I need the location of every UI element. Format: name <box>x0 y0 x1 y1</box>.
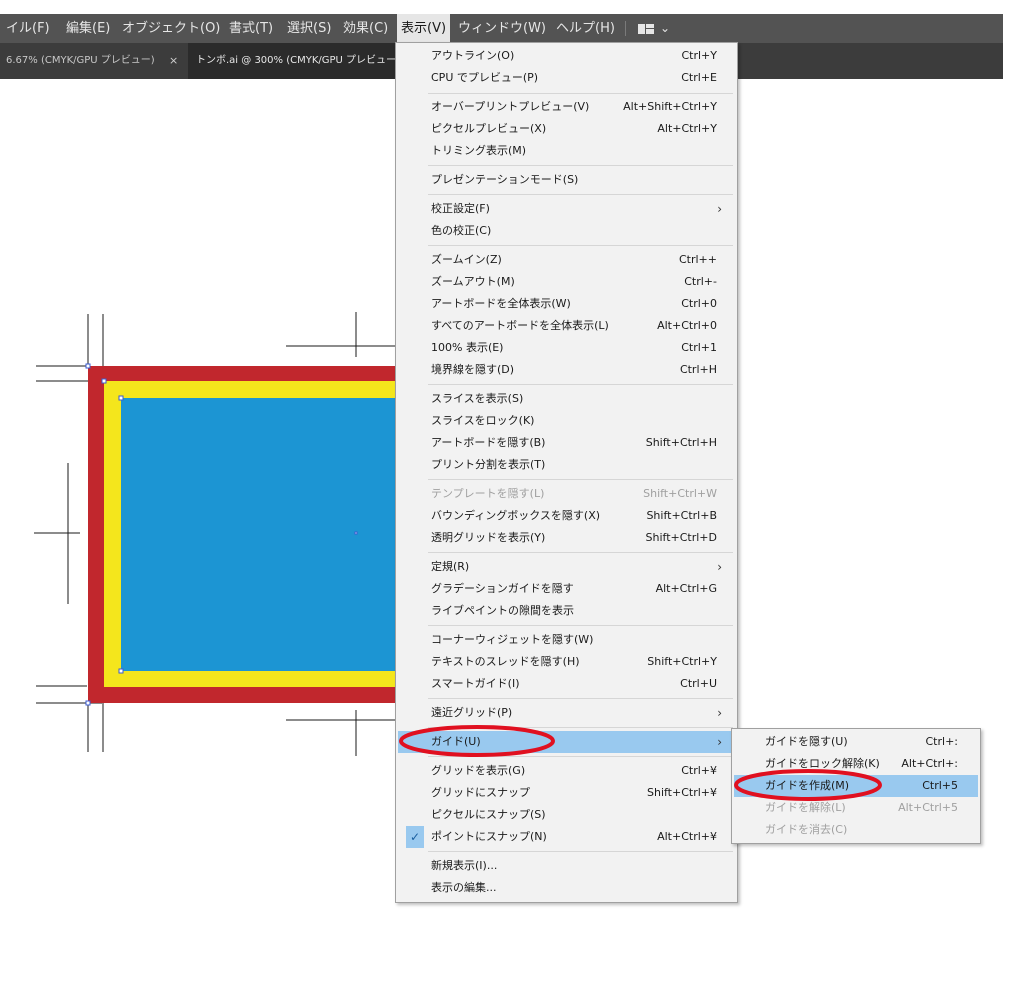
menu-item-show-live-paint-gaps[interactable]: ライブペイントの隙間を表示 <box>398 600 735 622</box>
menu-item-trim-view[interactable]: トリミング表示(M) <box>398 140 735 162</box>
menu-item-guides[interactable]: ガイド(U) › <box>398 731 735 753</box>
menu-divider <box>428 93 733 94</box>
submenu-item-clear-guides: ガイドを消去(C) <box>765 823 848 836</box>
view-menu: アウトライン(O) Ctrl+Y CPU でプレビュー(P) Ctrl+E オーバー… <box>395 42 738 903</box>
menu-item-edit-views[interactable]: 表示の編集... <box>398 877 735 899</box>
menu-divider <box>625 21 626 36</box>
menu-item-show-print-tiling[interactable]: プリント分割を表示(T) <box>398 454 735 476</box>
menu-divider <box>428 245 733 246</box>
tab-document-2[interactable]: トンボ.ai @ 300% (CMYK/GPU プレビュー) <box>188 43 404 79</box>
menu-item-show-slices[interactable]: スライスを表示(S) <box>398 388 735 410</box>
menu-item-pixel-preview[interactable]: ピクセルプレビュー(X) Alt+Ctrl+Y <box>398 118 735 140</box>
menu-divider <box>428 727 733 728</box>
menu-item-hide-text-threads[interactable]: テキストのスレッドを隠す(H) Shift+Ctrl+Y <box>398 651 735 673</box>
submenu-item-make-guides[interactable]: ガイドを作成(M) Ctrl+5 <box>734 775 978 797</box>
menu-item-fit-all[interactable]: すべてのアートボードを全体表示(L) Alt+Ctrl+0 <box>398 315 735 337</box>
menu-item-cpu-preview[interactable]: CPU でプレビュー(P) Ctrl+E <box>398 67 735 89</box>
menu-window[interactable]: ウィンドウ(W) <box>458 14 546 43</box>
menu-item-proof-setup[interactable]: 校正設定(F) › <box>398 198 735 220</box>
menu-item-zoom-in[interactable]: ズームイン(Z) Ctrl++ <box>398 249 735 271</box>
menu-item-rulers[interactable]: 定規(R) › <box>398 556 735 578</box>
menu-item-proof-colors[interactable]: 色の校正(C) <box>398 220 735 242</box>
menu-divider <box>428 756 733 757</box>
chevron-down-icon[interactable]: ⌄ <box>660 14 670 43</box>
menu-item-snap-to-grid[interactable]: グリッドにスナップ Shift+Ctrl+¥ <box>398 782 735 804</box>
chevron-right-icon: › <box>717 706 722 720</box>
menu-divider <box>428 384 733 385</box>
menu-divider <box>428 625 733 626</box>
menu-item-lock-slices[interactable]: スライスをロック(K) <box>398 410 735 432</box>
menu-select[interactable]: 選択(S) <box>287 14 331 43</box>
menu-divider <box>428 165 733 166</box>
menu-item-presentation-mode[interactable]: プレゼンテーションモード(S) <box>398 169 735 191</box>
menu-type[interactable]: 書式(T) <box>229 14 273 43</box>
menu-divider <box>428 698 733 699</box>
menu-item-zoom-out[interactable]: ズームアウト(M) Ctrl+- <box>398 271 735 293</box>
menu-item-hide-corner-widget[interactable]: コーナーウィジェットを隠す(W) <box>398 629 735 651</box>
menu-item-fit-artboard[interactable]: アートボードを全体表示(W) Ctrl+0 <box>398 293 735 315</box>
menu-view[interactable]: 表示(V) <box>397 14 451 43</box>
menu-item-perspective-grid[interactable]: 遠近グリッド(P) › <box>398 702 735 724</box>
menu-item-overprint-preview[interactable]: オーバープリントプレビュー(V) Alt+Shift+Ctrl+Y <box>398 96 735 118</box>
workspace-layout-icon[interactable] <box>638 24 654 34</box>
menu-item-hide-gradient-annotator[interactable]: グラデーションガイドを隠す Alt+Ctrl+G <box>398 578 735 600</box>
menu-item-hide-edges[interactable]: 境界線を隠す(D) Ctrl+H <box>398 359 735 381</box>
submenu-item-unlock-guides[interactable]: ガイドをロック解除(K) Alt+Ctrl+: <box>734 753 978 775</box>
menu-divider <box>428 194 733 195</box>
menu-item-show-grid[interactable]: グリッドを表示(G) Ctrl+¥ <box>398 760 735 782</box>
chevron-right-icon: › <box>717 202 722 216</box>
menu-item-hide-template: テンプレートを隠す(L) Shift+Ctrl+W <box>431 487 717 500</box>
menu-item-actual-size[interactable]: 100% 表示(E) Ctrl+1 <box>398 337 735 359</box>
menu-divider <box>428 552 733 553</box>
chevron-right-icon: › <box>717 560 722 574</box>
menu-file[interactable]: イル(F) <box>6 14 50 43</box>
menu-object[interactable]: オブジェクト(O) <box>122 14 220 43</box>
menu-item-outline[interactable]: アウトライン(O) Ctrl+Y <box>398 45 735 67</box>
submenu-item-hide-guides[interactable]: ガイドを隠す(U) Ctrl+: <box>734 731 978 753</box>
close-icon[interactable]: × <box>169 43 178 79</box>
menu-item-show-transparency-grid[interactable]: 透明グリッドを表示(Y) Shift+Ctrl+D <box>398 527 735 549</box>
menu-item-snap-to-point[interactable]: ✓ ポイントにスナップ(N) Alt+Ctrl+¥ <box>398 826 735 848</box>
menu-divider <box>428 479 733 480</box>
menu-bar: イル(F) 編集(E) オブジェクト(O) 書式(T) 選択(S) 効果(C) … <box>0 14 1003 43</box>
submenu-item-release-guides: ガイドを解除(L) Alt+Ctrl+5 <box>765 801 958 814</box>
menu-item-hide-bounding-box[interactable]: バウンディングボックスを隠す(X) Shift+Ctrl+B <box>398 505 735 527</box>
menu-divider <box>428 851 733 852</box>
check-icon: ✓ <box>406 826 424 848</box>
menu-item-smart-guides[interactable]: スマートガイド(I) Ctrl+U <box>398 673 735 695</box>
menu-item-snap-to-pixel[interactable]: ピクセルにスナップ(S) <box>398 804 735 826</box>
guides-submenu: ガイドを隠す(U) Ctrl+: ガイドをロック解除(K) Alt+Ctrl+: ガ… <box>731 728 981 844</box>
menu-help[interactable]: ヘルプ(H) <box>556 14 615 43</box>
tab-document-1[interactable]: 6.67% (CMYK/GPU プレビュー) <box>6 43 155 79</box>
menu-item-hide-artboards[interactable]: アートボードを隠す(B) Shift+Ctrl+H <box>398 432 735 454</box>
menu-edit[interactable]: 編集(E) <box>66 14 110 43</box>
art-blue-fill <box>121 398 395 671</box>
menu-item-new-view[interactable]: 新規表示(I)... <box>398 855 735 877</box>
chevron-right-icon: › <box>717 735 722 749</box>
menu-effect[interactable]: 効果(C) <box>343 14 388 43</box>
